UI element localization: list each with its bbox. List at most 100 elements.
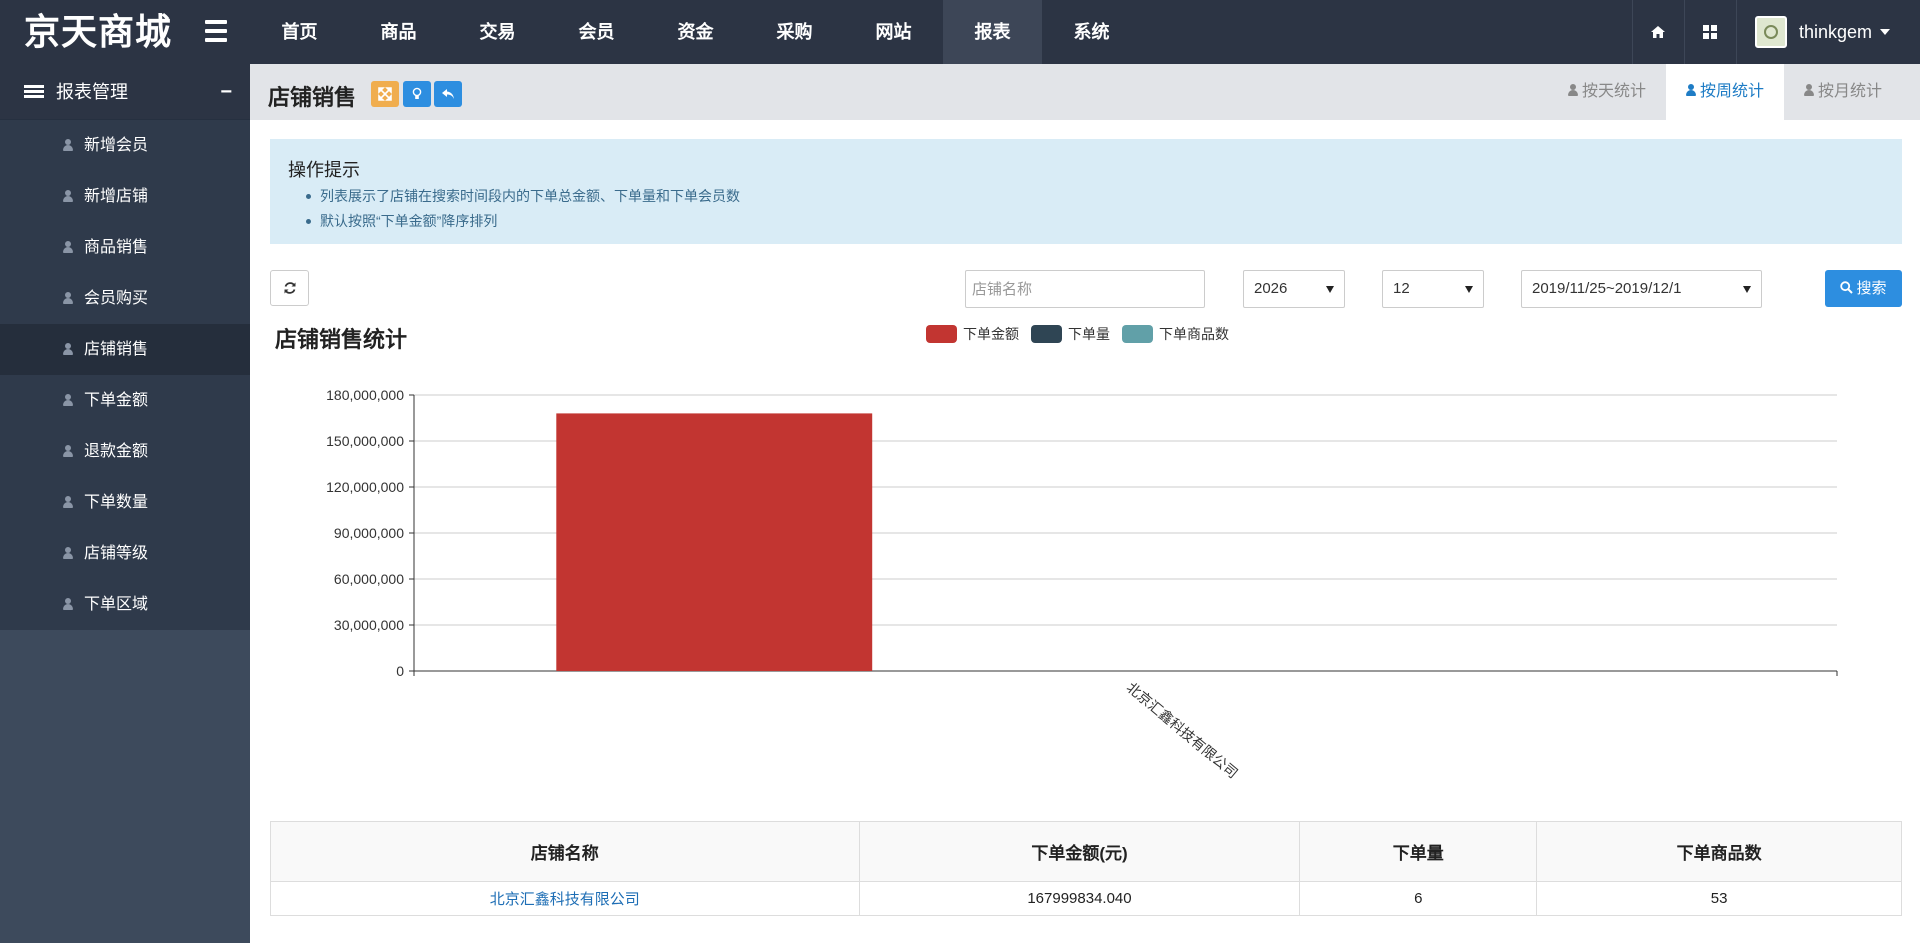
- home-icon[interactable]: [1633, 0, 1685, 64]
- sidebar-item-order-count[interactable]: 下单数量: [0, 477, 250, 528]
- week-select[interactable]: 2019/11/25~2019/12/1: [1521, 270, 1762, 308]
- x-tick-label: 北京汇鑫科技有限公司: [1124, 679, 1242, 781]
- sidebar-item-order-amount[interactable]: 下单金额: [0, 375, 250, 426]
- sidebar-item-shop-sales[interactable]: 店铺销售: [0, 324, 250, 375]
- tips-title: 操作提示: [288, 160, 360, 180]
- dashboard-grid-icon[interactable]: [1685, 0, 1737, 64]
- nav-item-reports[interactable]: 报表: [943, 0, 1042, 64]
- bar-1: [556, 413, 873, 671]
- nav-item-funds[interactable]: 资金: [646, 0, 745, 64]
- menu-toggle-icon[interactable]: [205, 20, 227, 42]
- caret-down-icon: [1880, 29, 1890, 35]
- sidebar-item-new-members[interactable]: 新增会员: [0, 120, 250, 171]
- y-tick-label: 0: [396, 663, 404, 679]
- y-tick-label: 90,000,000: [334, 525, 404, 541]
- table-cell: 北京汇鑫科技有限公司: [270, 881, 860, 916]
- sidebar-item-new-shops[interactable]: 新增店铺: [0, 171, 250, 222]
- tips-list: 列表展示了店铺在搜索时间段内的下单总金额、下单量和下单会员数 默认按照“下单金额…: [288, 184, 1884, 234]
- tab-daily[interactable]: 按天统计: [1548, 64, 1666, 120]
- sidebar-item-member-purchase[interactable]: 会员购买: [0, 273, 250, 324]
- sidebar-item-shop-level[interactable]: 店铺等级: [0, 528, 250, 579]
- nav-item-member[interactable]: 会员: [547, 0, 646, 64]
- user-icon: [62, 547, 74, 559]
- legend-item-order-count[interactable]: 下单量: [1031, 324, 1110, 344]
- user-icon: [62, 445, 74, 457]
- top-navbar: 京天商城 首页 商品 交易 会员 资金 采购 网站 报表 系统 thinkgem: [0, 0, 1920, 64]
- user-icon: [1803, 84, 1814, 96]
- nav-item-system[interactable]: 系统: [1042, 0, 1141, 64]
- nav-item-purchase[interactable]: 采购: [745, 0, 844, 64]
- table-cell: 6: [1299, 881, 1538, 916]
- column-header[interactable]: 店铺名称: [270, 821, 860, 882]
- bar-chart: 0 30,000,000 60,000,000 90,000,000 120,000,0…: [326, 387, 1838, 781]
- operation-tips: 操作提示 列表展示了店铺在搜索时间段内的下单总金额、下单量和下单会员数 默认按照…: [270, 139, 1902, 244]
- sidebar-item-order-region[interactable]: 下单区域: [0, 579, 250, 630]
- collapse-icon[interactable]: −: [220, 64, 232, 120]
- user-icon: [62, 190, 74, 202]
- refresh-icon: [284, 282, 295, 294]
- tips-button[interactable]: [403, 81, 431, 107]
- avatar: [1754, 16, 1787, 48]
- sidebar: 报表管理 − 新增会员 新增店铺 商品销售 会员购买 店铺销售 下单金额 退款金…: [0, 64, 250, 943]
- legend-item-order-amount[interactable]: 下单金额: [926, 324, 1019, 344]
- chart-legend: 下单金额 下单量 下单商品数: [926, 324, 1241, 344]
- reply-icon: [442, 89, 454, 99]
- y-tick-label: 60,000,000: [334, 571, 404, 587]
- nav-item-trade[interactable]: 交易: [448, 0, 547, 64]
- fullscreen-button[interactable]: [371, 81, 399, 107]
- user-icon: [62, 394, 74, 406]
- main-nav: 首页 商品 交易 会员 资金 采购 网站 报表 系统: [250, 0, 1141, 64]
- y-tick-label: 120,000,000: [326, 479, 404, 495]
- tip-item: 默认按照“下单金额”降序排列: [306, 209, 1884, 234]
- page-title: 店铺销售: [268, 85, 357, 110]
- y-tick-label: 30,000,000: [334, 617, 404, 633]
- user-menu[interactable]: thinkgem: [1737, 0, 1920, 64]
- tab-weekly[interactable]: 按周统计: [1665, 64, 1784, 120]
- sidebar-item-refund-amount[interactable]: 退款金额: [0, 426, 250, 477]
- y-tick-label: 150,000,000: [326, 433, 404, 449]
- chart-title: 店铺销售统计: [275, 327, 408, 352]
- dropdown-arrow-icon: [1743, 286, 1751, 293]
- user-icon: [62, 598, 74, 610]
- user-icon: [62, 496, 74, 508]
- shop-name-input[interactable]: [965, 270, 1205, 308]
- legend-swatch: [1031, 325, 1062, 343]
- lightbulb-icon: [412, 87, 422, 99]
- list-icon: [24, 85, 44, 99]
- column-header[interactable]: 下单量: [1299, 821, 1538, 882]
- table-header-row: 店铺名称 下单金额(元) 下单量 下单商品数: [270, 821, 1902, 882]
- user-icon: [1567, 84, 1578, 96]
- user-icon: [1685, 84, 1696, 96]
- refresh-button[interactable]: [270, 270, 309, 306]
- nav-item-website[interactable]: 网站: [844, 0, 943, 64]
- tab-monthly[interactable]: 按月统计: [1784, 64, 1902, 120]
- table-row: 北京汇鑫科技有限公司 167999834.040 6 53: [270, 881, 1902, 916]
- shop-name-link[interactable]: 北京汇鑫科技有限公司: [490, 891, 640, 908]
- nav-item-goods[interactable]: 商品: [349, 0, 448, 64]
- table-cell: 53: [1536, 881, 1902, 916]
- sidebar-header[interactable]: 报表管理 −: [0, 64, 250, 120]
- expand-icon: [378, 87, 392, 101]
- month-select[interactable]: 12: [1382, 270, 1484, 308]
- search-button[interactable]: 搜索: [1825, 270, 1902, 307]
- sidebar-item-goods-sales[interactable]: 商品销售: [0, 222, 250, 273]
- back-button[interactable]: [434, 81, 462, 107]
- user-icon: [62, 241, 74, 253]
- top-right-tools: thinkgem: [1631, 0, 1920, 64]
- user-icon: [62, 139, 74, 151]
- content-header: 店铺销售 按天统计 按周统计 按月统计: [250, 64, 1920, 120]
- legend-swatch: [926, 325, 957, 343]
- user-icon: [62, 343, 74, 355]
- y-tick-label: 180,000,000: [326, 387, 404, 403]
- dropdown-arrow-icon: [1465, 286, 1473, 293]
- search-icon: [1840, 281, 1854, 294]
- stats-tabs: 按天统计 按周统计 按月统计: [1548, 64, 1902, 120]
- nav-item-home[interactable]: 首页: [250, 0, 349, 64]
- table-cell: 167999834.040: [858, 881, 1301, 916]
- username: thinkgem: [1798, 21, 1872, 42]
- user-icon: [62, 292, 74, 304]
- column-header[interactable]: 下单金额(元): [858, 821, 1301, 882]
- year-select[interactable]: 2026: [1243, 270, 1345, 308]
- legend-item-goods-count[interactable]: 下单商品数: [1122, 324, 1229, 344]
- column-header[interactable]: 下单商品数: [1536, 821, 1902, 882]
